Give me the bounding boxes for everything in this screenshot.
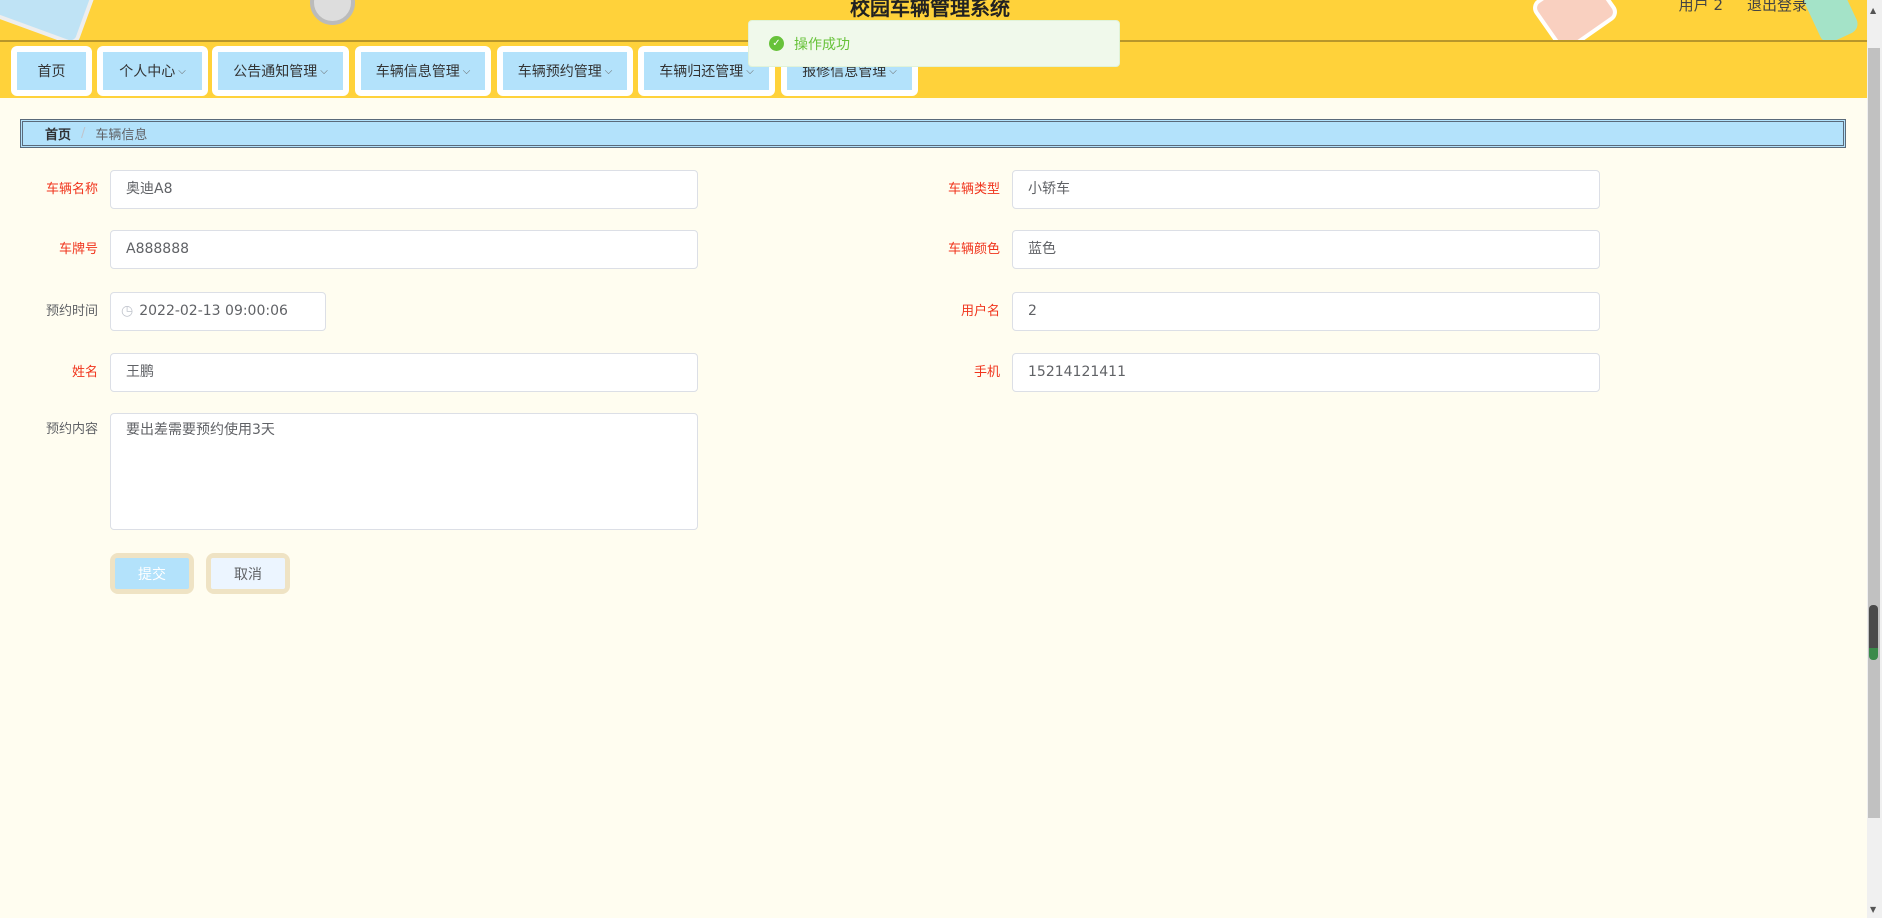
nav-label: 车辆归还管理 bbox=[659, 64, 744, 80]
username-input[interactable]: 2 bbox=[1012, 292, 1600, 331]
nav-item-notice[interactable]: 公告通知管理 ⌵ bbox=[212, 46, 349, 96]
content-label: 预约内容 bbox=[45, 422, 98, 437]
submit-label: 提交 bbox=[115, 558, 189, 589]
current-user: 用户 2 bbox=[1678, 0, 1723, 14]
chevron-down-icon: ⌵ bbox=[178, 65, 186, 77]
breadcrumb-current: 车辆信息 bbox=[95, 128, 148, 143]
content-textarea[interactable]: 要出差需要预约使用3天 bbox=[110, 413, 698, 530]
chevron-down-icon: ⌵ bbox=[604, 65, 613, 77]
chevron-down-icon: ⌵ bbox=[746, 65, 754, 77]
nav-item-home[interactable]: 首页 bbox=[11, 46, 92, 96]
time-picker[interactable]: ◷ 2022-02-13 09:00:06 bbox=[110, 292, 326, 331]
phone-label: 手机 bbox=[973, 365, 1000, 380]
breadcrumb-separator: / bbox=[81, 126, 86, 141]
time-label: 预约时间 bbox=[45, 304, 98, 319]
toast-message: 操作成功 bbox=[794, 36, 850, 53]
submit-button[interactable]: 提交 bbox=[110, 553, 194, 594]
decor-image bbox=[1529, 0, 1621, 40]
app-title: 校园车辆管理系统 bbox=[850, 0, 1010, 20]
scroll-thumb[interactable] bbox=[1869, 605, 1878, 660]
nav-label: 车辆预约管理 bbox=[517, 64, 602, 80]
scrollbar[interactable]: ▲ ▼ bbox=[1867, 0, 1882, 918]
decor-image bbox=[1799, 0, 1861, 40]
phone-input[interactable]: 15214121411 bbox=[1012, 353, 1600, 392]
vehicle-type-input[interactable]: 小轿车 bbox=[1012, 170, 1600, 209]
scroll-track[interactable] bbox=[1868, 48, 1880, 818]
time-value: 2022-02-13 09:00:06 bbox=[139, 303, 288, 319]
nav-label: 车辆信息管理 bbox=[375, 64, 460, 80]
nav-label: 个人中心 bbox=[119, 64, 176, 80]
vehicle-name-input[interactable]: 奥迪A8 bbox=[110, 170, 698, 209]
name-label: 姓名 bbox=[71, 365, 98, 380]
decor-image bbox=[0, 0, 97, 40]
nav-item-reservation[interactable]: 车辆预约管理 ⌵ bbox=[497, 46, 633, 96]
success-toast: ✓ 操作成功 bbox=[748, 20, 1120, 67]
nav-label: 首页 bbox=[37, 64, 66, 80]
decor-image bbox=[310, 0, 355, 25]
scroll-up-icon[interactable]: ▲ bbox=[1870, 6, 1876, 15]
check-circle-icon: ✓ bbox=[769, 36, 784, 51]
username-label: 用户名 bbox=[960, 304, 1000, 319]
nav-item-vehicle-info[interactable]: 车辆信息管理 ⌵ bbox=[355, 46, 491, 96]
breadcrumb-home[interactable]: 首页 bbox=[45, 124, 71, 143]
nav-label: 公告通知管理 bbox=[233, 64, 318, 80]
vehicle-type-label: 车辆类型 bbox=[947, 182, 1000, 197]
scroll-down-icon[interactable]: ▼ bbox=[1870, 905, 1876, 914]
color-input[interactable]: 蓝色 bbox=[1012, 230, 1600, 269]
cancel-button[interactable]: 取消 bbox=[206, 553, 290, 594]
logout-link[interactable]: 退出登录 bbox=[1747, 0, 1807, 14]
cancel-label: 取消 bbox=[211, 558, 285, 589]
plate-input[interactable]: A888888 bbox=[110, 230, 698, 269]
plate-label: 车牌号 bbox=[58, 242, 98, 257]
vehicle-name-label: 车辆名称 bbox=[45, 182, 98, 197]
color-label: 车辆颜色 bbox=[947, 242, 1000, 257]
chevron-down-icon: ⌵ bbox=[462, 65, 471, 77]
clock-icon: ◷ bbox=[121, 303, 134, 319]
name-input[interactable]: 王鹏 bbox=[110, 353, 698, 392]
nav-item-personal-center[interactable]: 个人中心 ⌵ bbox=[97, 46, 208, 96]
chevron-down-icon: ⌵ bbox=[320, 65, 328, 77]
user-area: 用户 2 退出登录 bbox=[1655, 0, 1807, 15]
chevron-down-icon: ⌵ bbox=[889, 65, 897, 77]
breadcrumb: 首页 / 车辆信息 bbox=[20, 119, 1846, 148]
